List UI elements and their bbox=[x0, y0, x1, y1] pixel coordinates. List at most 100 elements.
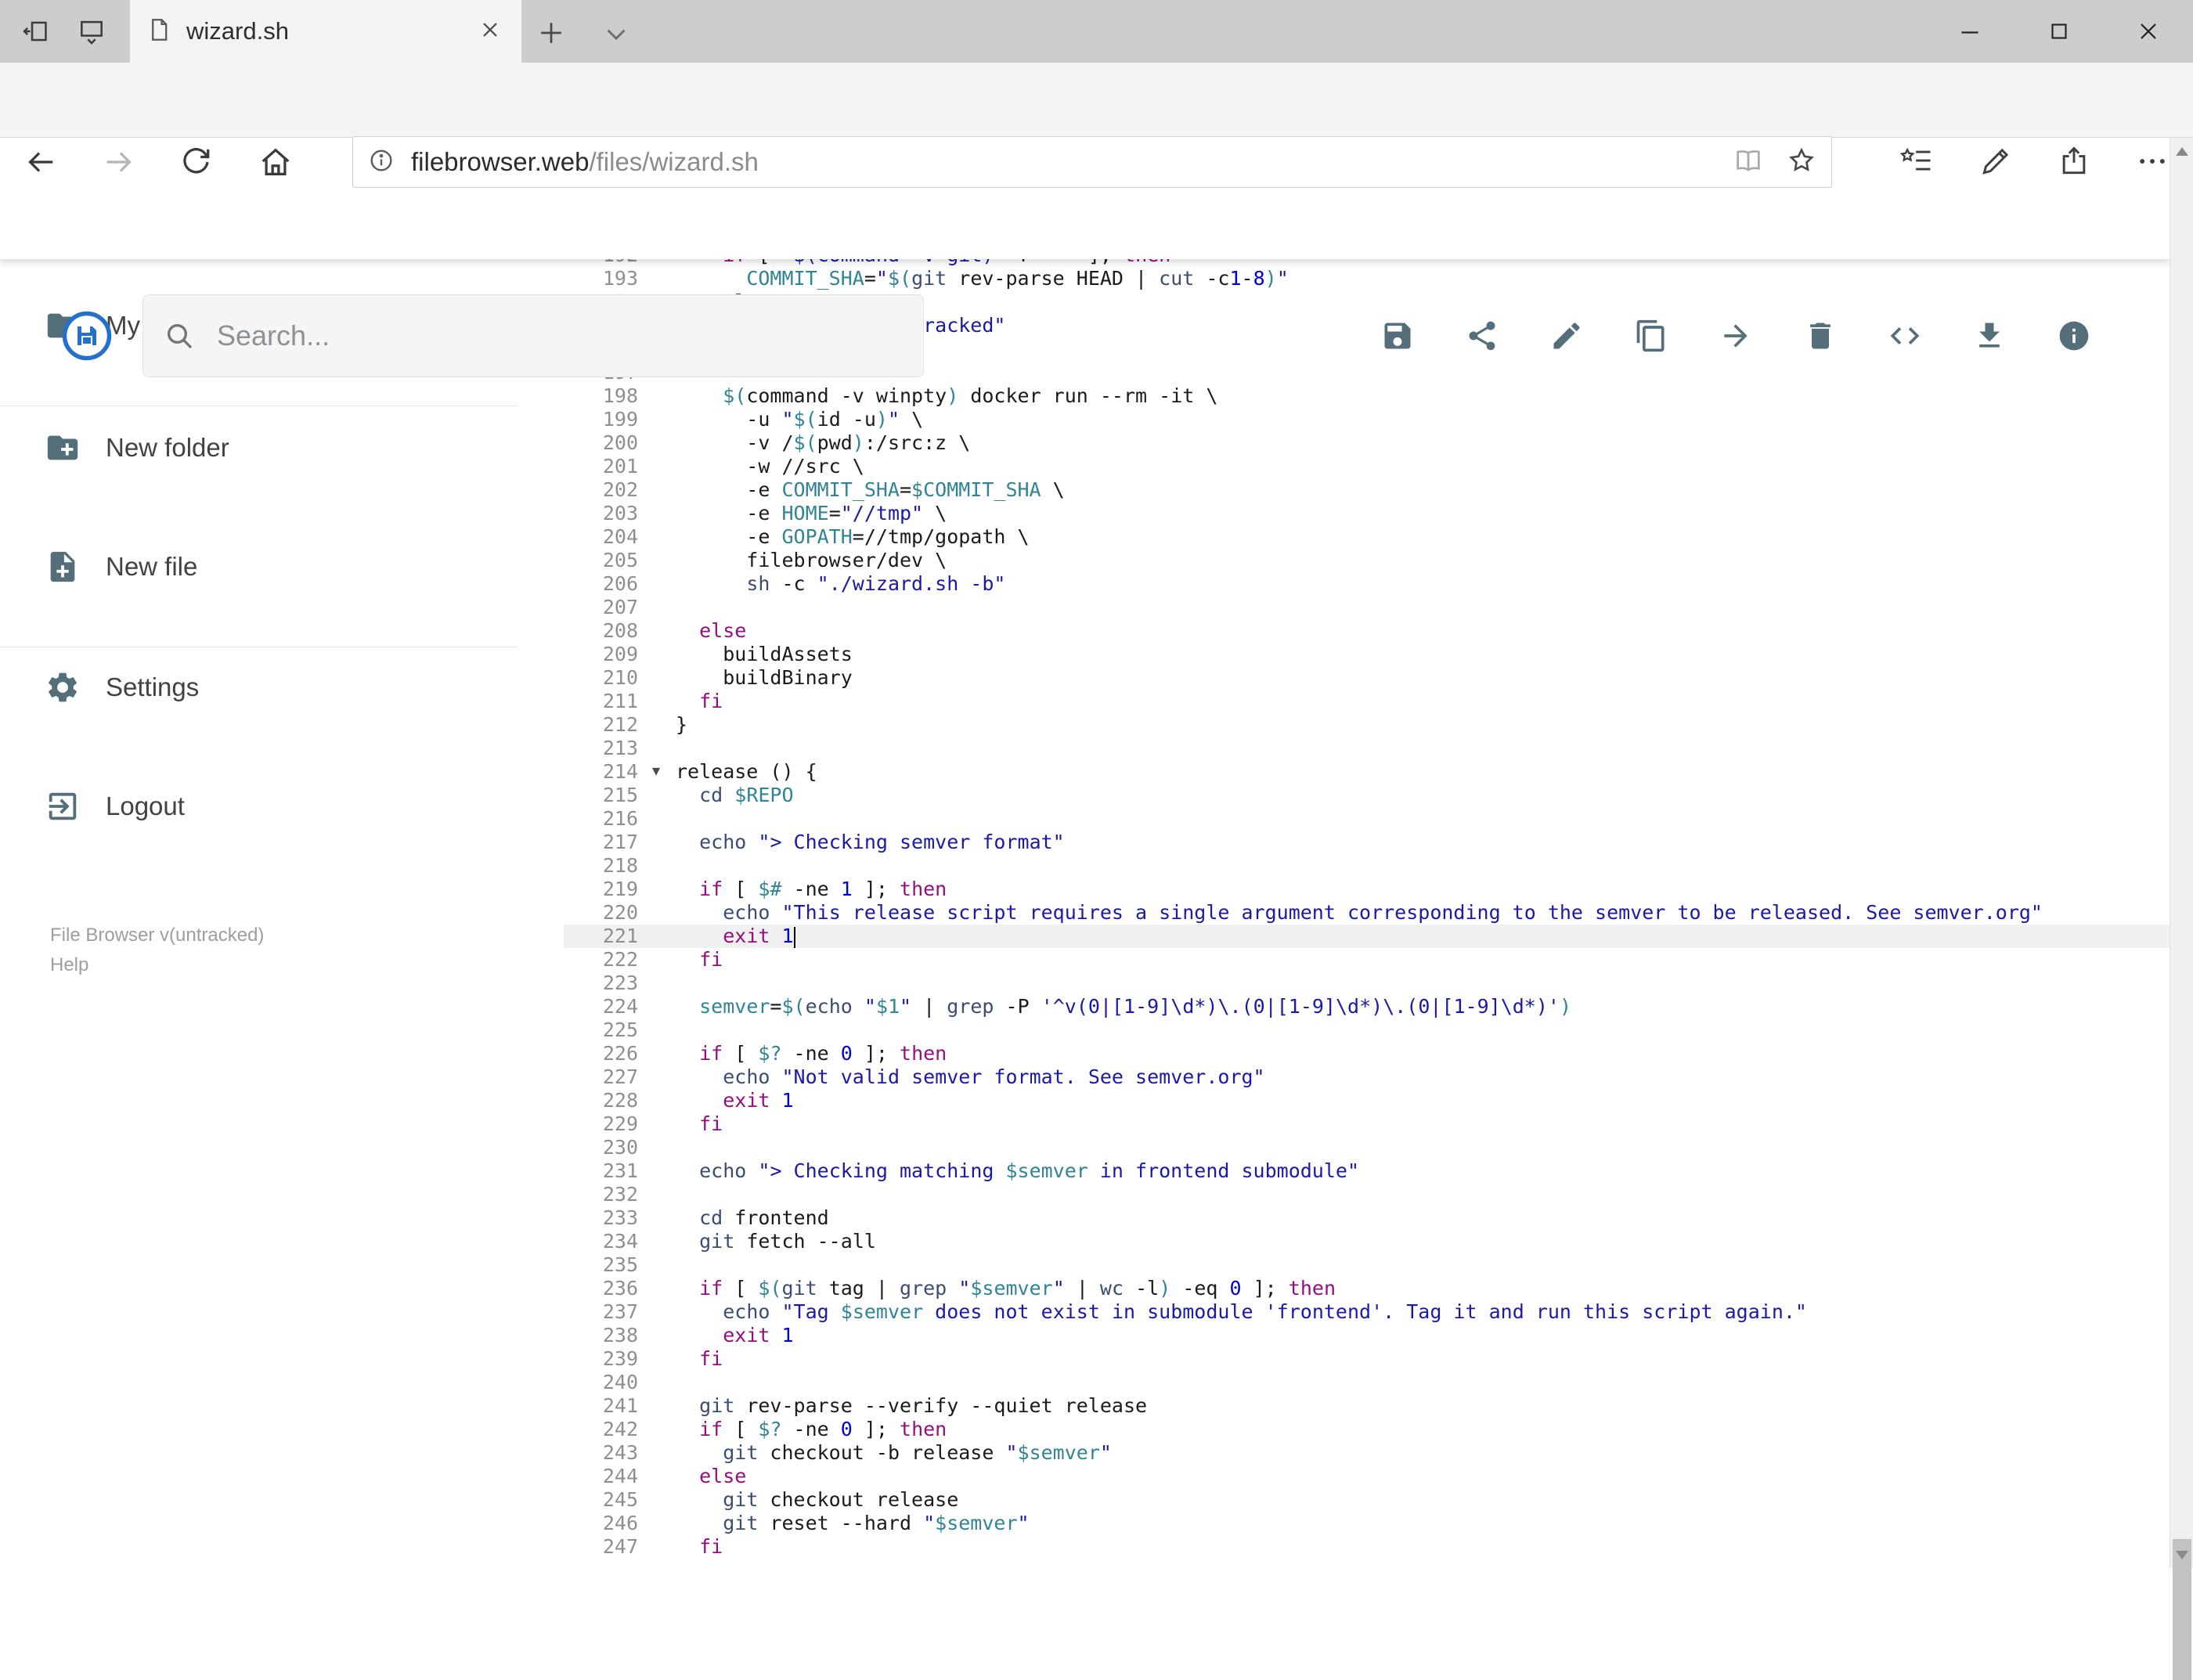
new-tab-button[interactable] bbox=[534, 16, 568, 50]
line-number: 232 bbox=[564, 1183, 638, 1206]
code-line[interactable]: 243 git checkout -b release "$semver" bbox=[564, 1441, 2170, 1465]
reading-view-icon[interactable] bbox=[1733, 145, 1764, 180]
address-bar[interactable]: filebrowser.web/files/wizard.sh bbox=[352, 136, 1832, 188]
sidebar-item-settings[interactable]: Settings bbox=[0, 656, 564, 719]
code-line[interactable]: 218 bbox=[564, 854, 2170, 878]
info-button[interactable] bbox=[2057, 319, 2091, 353]
download-button[interactable] bbox=[1972, 319, 2007, 353]
code-line[interactable]: 202 -e COMMIT_SHA=$COMMIT_SHA \ bbox=[564, 478, 2170, 502]
code-line[interactable]: 233 cd frontend bbox=[564, 1206, 2170, 1230]
code-line[interactable]: 201 -w //src \ bbox=[564, 455, 2170, 478]
code-line[interactable]: 217 echo "> Checking semver format" bbox=[564, 831, 2170, 854]
code-line[interactable]: 246 git reset --hard "$semver" bbox=[564, 1512, 2170, 1535]
code-line[interactable]: 216 bbox=[564, 807, 2170, 831]
share-icon[interactable] bbox=[2057, 144, 2093, 180]
code-line[interactable]: 240 bbox=[564, 1371, 2170, 1394]
code-line[interactable]: 238 exit 1 bbox=[564, 1324, 2170, 1347]
search-bar[interactable] bbox=[142, 294, 924, 377]
code-line[interactable]: 222 fi bbox=[564, 948, 2170, 972]
copy-button[interactable] bbox=[1634, 319, 1668, 353]
maximize-button[interactable] bbox=[2014, 0, 2104, 63]
scrollbar-up-button[interactable] bbox=[2170, 138, 2193, 164]
help-link[interactable]: Help bbox=[50, 950, 264, 980]
code-line[interactable]: 235 bbox=[564, 1253, 2170, 1277]
code-line[interactable]: 225 bbox=[564, 1018, 2170, 1042]
hub-icon[interactable] bbox=[1900, 144, 1936, 180]
sidebar-item-logout[interactable]: Logout bbox=[0, 775, 564, 838]
code-line[interactable]: 236 if [ $(git tag | grep "$semver" | wc… bbox=[564, 1277, 2170, 1300]
code-line[interactable]: 230 bbox=[564, 1136, 2170, 1159]
code-line[interactable]: 220 echo "This release script requires a… bbox=[564, 901, 2170, 925]
delete-button[interactable] bbox=[1803, 319, 1838, 353]
back-icon[interactable] bbox=[23, 144, 59, 180]
code-line[interactable]: 241 git rev-parse --verify --quiet relea… bbox=[564, 1394, 2170, 1418]
tab-close-icon[interactable] bbox=[478, 17, 503, 46]
close-window-button[interactable] bbox=[2104, 0, 2193, 63]
code-line[interactable]: 215 cd $REPO bbox=[564, 784, 2170, 807]
move-button[interactable] bbox=[1719, 319, 1753, 353]
browser-tab[interactable]: wizard.sh bbox=[130, 0, 521, 63]
tabs-preview-icon[interactable] bbox=[77, 16, 106, 46]
code-line[interactable]: 237 echo "Tag $semver does not exist in … bbox=[564, 1300, 2170, 1324]
line-number: 198 bbox=[564, 384, 638, 408]
home-icon[interactable] bbox=[258, 144, 294, 180]
search-input[interactable] bbox=[217, 319, 903, 352]
minimize-button[interactable] bbox=[1925, 0, 2014, 63]
code-line[interactable]: 193 COMMIT_SHA="$(git rev-parse HEAD | c… bbox=[564, 267, 2170, 290]
code-line[interactable]: 210 buildBinary bbox=[564, 666, 2170, 690]
code-line[interactable]: 239 fi bbox=[564, 1347, 2170, 1371]
code-line[interactable]: 228 exit 1 bbox=[564, 1089, 2170, 1112]
code-line[interactable]: 245 git checkout release bbox=[564, 1488, 2170, 1512]
code-view-button[interactable] bbox=[1888, 319, 1922, 353]
fold-toggle-icon[interactable]: ▾ bbox=[652, 759, 660, 783]
code-line[interactable]: 206 sh -c "./wizard.sh -b" bbox=[564, 572, 2170, 596]
code-line[interactable]: 242 if [ $? -ne 0 ]; then bbox=[564, 1418, 2170, 1441]
line-number: 217 bbox=[564, 831, 638, 854]
code-line[interactable]: 204 -e GOPATH=//tmp/gopath \ bbox=[564, 525, 2170, 549]
code-line[interactable]: 244 else bbox=[564, 1465, 2170, 1488]
page-scrollbar[interactable] bbox=[2170, 138, 2193, 1568]
more-icon[interactable] bbox=[2135, 144, 2171, 180]
code-line[interactable]: 223 bbox=[564, 972, 2170, 995]
code-line[interactable]: 226 if [ $? -ne 0 ]; then bbox=[564, 1042, 2170, 1065]
site-info-icon[interactable] bbox=[367, 146, 395, 178]
code-line[interactable]: 221 exit 1 bbox=[564, 925, 2170, 948]
code-line[interactable]: 213 bbox=[564, 737, 2170, 760]
set-tabs-aside-icon[interactable] bbox=[20, 16, 50, 46]
tab-list-chevron-icon[interactable] bbox=[600, 17, 633, 50]
sidebar-item-new-folder[interactable]: New folder bbox=[0, 416, 564, 479]
code-line[interactable]: 200 -v /$(pwd):/src:z \ bbox=[564, 431, 2170, 455]
share-button[interactable] bbox=[1465, 319, 1499, 353]
code-line[interactable]: 227 echo "Not valid semver format. See s… bbox=[564, 1065, 2170, 1089]
code-line[interactable]: 211 fi bbox=[564, 690, 2170, 713]
code-line[interactable]: 224 semver=$(echo "$1" | grep -P '^v(0|[… bbox=[564, 995, 2170, 1018]
code-line[interactable]: 231 echo "> Checking matching $semver in… bbox=[564, 1159, 2170, 1183]
code-line[interactable]: 209 buildAssets bbox=[564, 643, 2170, 666]
code-line[interactable]: 199 -u "$(id -u)" \ bbox=[564, 408, 2170, 431]
sidebar-footer: File Browser v(untracked) Help bbox=[50, 921, 264, 980]
code-line[interactable]: 234 git fetch --all bbox=[564, 1230, 2170, 1253]
code-line[interactable]: 203 -e HOME="//tmp" \ bbox=[564, 502, 2170, 525]
code-line[interactable]: 208 else bbox=[564, 619, 2170, 643]
code-line[interactable]: 207 bbox=[564, 596, 2170, 619]
code-editor[interactable]: 192 if [ "$(command -v git)" != "" ]; th… bbox=[564, 243, 2170, 1568]
web-note-pen-icon[interactable] bbox=[1978, 144, 2014, 180]
code-line[interactable]: 229 fi bbox=[564, 1112, 2170, 1136]
scrollbar-down-button[interactable] bbox=[2170, 1541, 2193, 1568]
code-line[interactable]: 247 fi bbox=[564, 1535, 2170, 1559]
edit-button[interactable] bbox=[1549, 319, 1584, 353]
sidebar-item-new-file[interactable]: New file bbox=[0, 535, 564, 598]
code-line[interactable]: 219 if [ $# -ne 1 ]; then bbox=[564, 878, 2170, 901]
code-line[interactable]: 214▾release () { bbox=[564, 760, 2170, 784]
code-line[interactable]: 212} bbox=[564, 713, 2170, 737]
code-line[interactable]: 198 $(command -v winpty) docker run --rm… bbox=[564, 384, 2170, 408]
favorite-star-icon[interactable] bbox=[1786, 145, 1817, 180]
code-line[interactable]: 205 filebrowser/dev \ bbox=[564, 549, 2170, 572]
app-version: File Browser v(untracked) bbox=[50, 921, 264, 950]
refresh-icon[interactable] bbox=[178, 144, 214, 180]
save-button[interactable] bbox=[1380, 319, 1415, 353]
line-number: 238 bbox=[564, 1324, 638, 1347]
file-browser-logo[interactable] bbox=[62, 311, 112, 361]
forward-icon[interactable] bbox=[101, 144, 137, 180]
code-line[interactable]: 232 bbox=[564, 1183, 2170, 1206]
